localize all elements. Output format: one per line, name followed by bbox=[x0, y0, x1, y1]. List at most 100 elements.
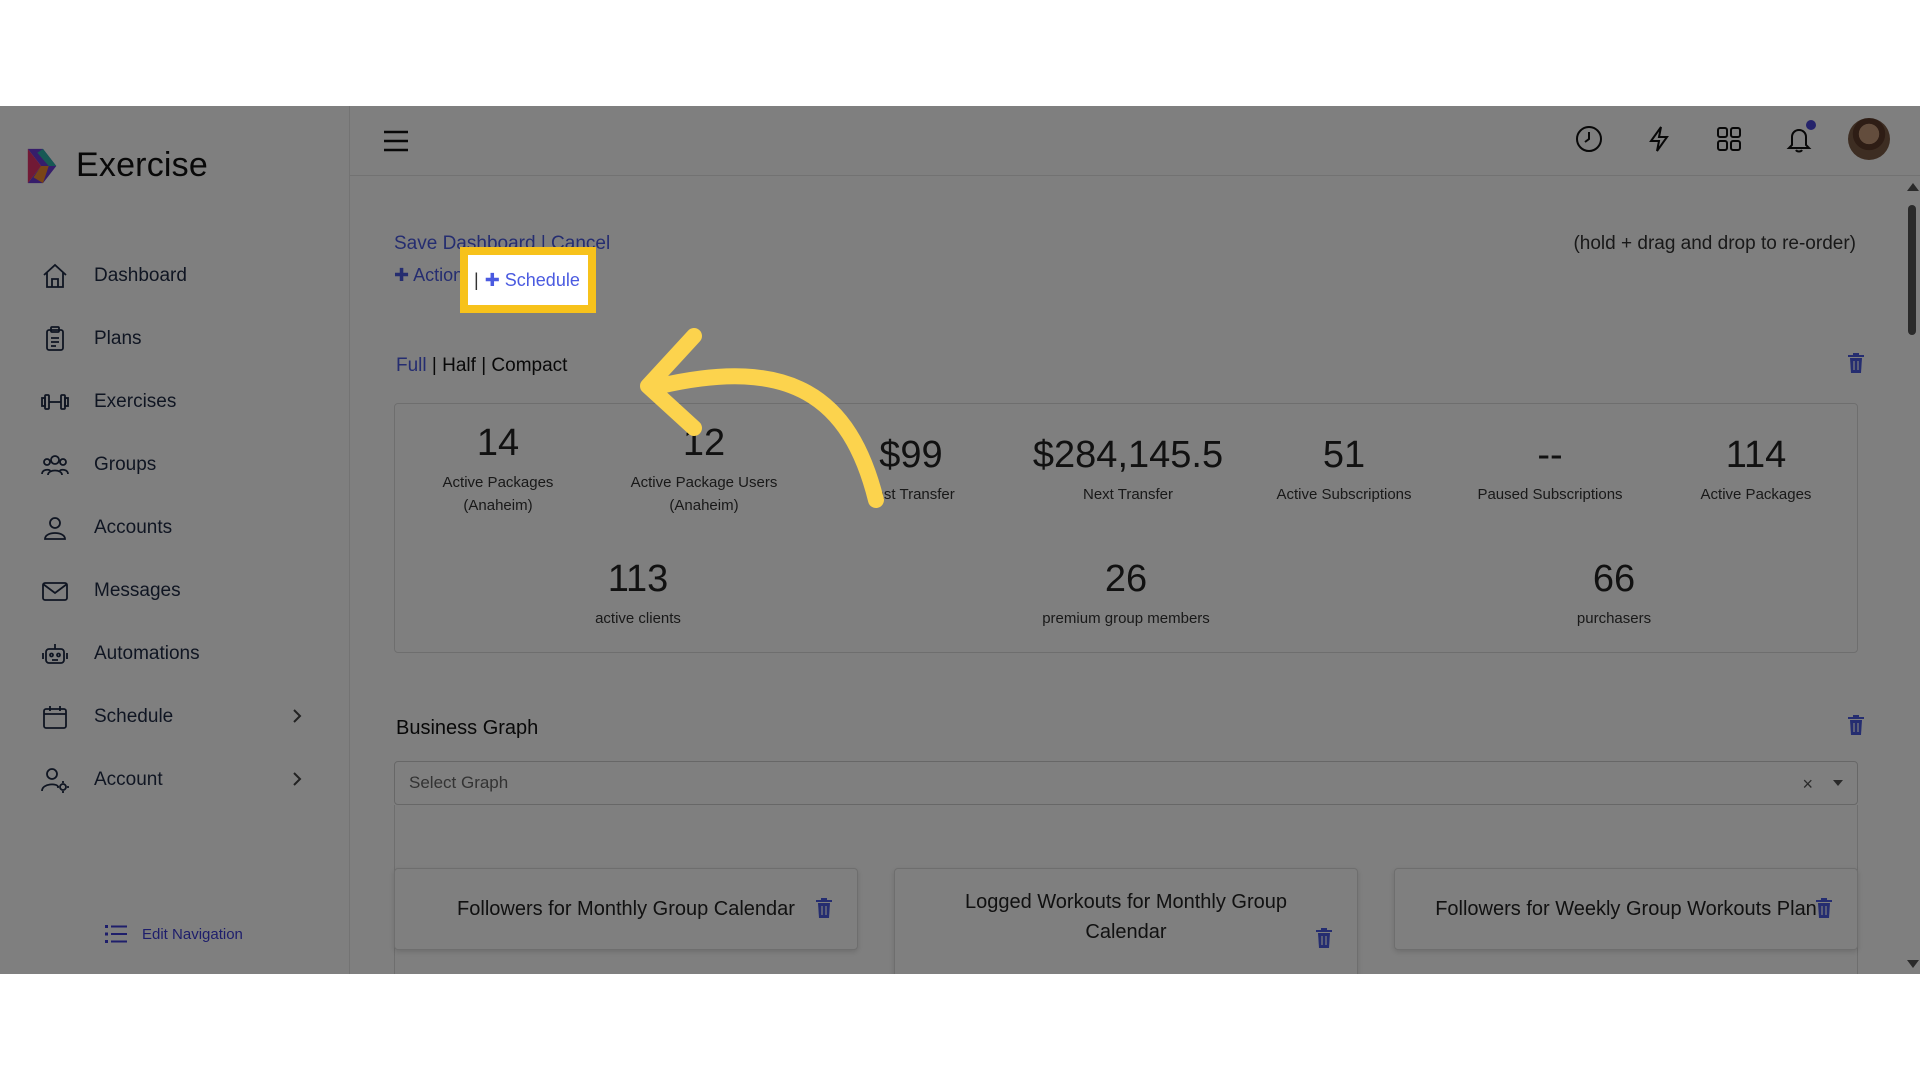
dashboard-content: Save Dashboard | Cancel (hold + drag and… bbox=[350, 177, 1920, 974]
sidebar-item-account[interactable]: Account bbox=[0, 748, 350, 811]
add-widget-row: ✚ Action bbox=[394, 265, 463, 286]
stats-widget[interactable]: 14 Active Packages (Anaheim) 12 Active P… bbox=[394, 403, 1858, 653]
stat-label: Last Transfer bbox=[867, 486, 955, 503]
dashboard-edit-actions: Save Dashboard | Cancel bbox=[394, 233, 610, 255]
delete-graph-card-button[interactable] bbox=[1315, 927, 1333, 948]
sidebar-item-label: Schedule bbox=[94, 705, 174, 727]
edit-navigation-label: Edit Navigation bbox=[142, 925, 243, 943]
view-half-button[interactable]: Half bbox=[442, 355, 476, 376]
view-separator: | bbox=[431, 355, 437, 376]
stat-label: Active Package Users (Anaheim) bbox=[630, 474, 778, 514]
graph-card-followers-weekly[interactable]: Followers for Weekly Group Workouts Plan bbox=[1394, 868, 1858, 950]
history-button[interactable] bbox=[1568, 118, 1610, 160]
scroll-up-arrow-icon[interactable] bbox=[1907, 183, 1919, 191]
cancel-button[interactable]: Cancel bbox=[551, 233, 610, 254]
sidebar-item-dashboard[interactable]: Dashboard bbox=[0, 244, 350, 307]
scroll-down-arrow-icon[interactable] bbox=[1907, 960, 1919, 968]
edit-navigation-link[interactable]: Edit Navigation bbox=[104, 922, 243, 946]
sidebar-item-accounts[interactable]: Accounts bbox=[0, 496, 350, 559]
stat-next-transfer: $284,145.5 Next Transfer bbox=[1033, 434, 1223, 506]
users-icon bbox=[41, 454, 69, 475]
stat-value: 51 bbox=[1322, 434, 1366, 476]
stat-label: Paused Subscriptions bbox=[1477, 486, 1623, 503]
stat-value: 12 bbox=[682, 422, 726, 464]
select-graph-dropdown[interactable]: Select Graph × bbox=[394, 761, 1858, 805]
dumbbell-icon bbox=[41, 393, 69, 410]
clock-icon bbox=[1576, 126, 1602, 152]
app-window: Exercise Dashboard Plans Exercises Group… bbox=[0, 106, 1920, 974]
quick-actions-button[interactable] bbox=[1638, 118, 1680, 160]
view-compact-button[interactable]: Compact bbox=[491, 355, 567, 376]
apps-button[interactable] bbox=[1708, 118, 1750, 160]
trash-icon bbox=[1848, 353, 1864, 373]
home-icon bbox=[43, 263, 67, 288]
logo-icon bbox=[27, 148, 57, 183]
user-icon bbox=[44, 516, 66, 540]
trash-icon bbox=[816, 898, 832, 918]
stat-value: 14 bbox=[476, 422, 520, 464]
stat-last-transfer: $99 Last Transfer bbox=[867, 434, 955, 506]
delete-stats-widget-button[interactable] bbox=[1847, 353, 1865, 373]
lightning-icon bbox=[1649, 126, 1669, 152]
scroll-thumb[interactable] bbox=[1908, 205, 1916, 335]
stat-value: 26 bbox=[1104, 558, 1148, 600]
actions-separator: | bbox=[540, 233, 546, 254]
graph-card-logged-workouts-monthly[interactable]: Logged Workouts for Monthly Group Calend… bbox=[894, 868, 1358, 974]
user-avatar[interactable] bbox=[1848, 118, 1890, 160]
view-mode-toggle: Full | Half | Compact bbox=[396, 355, 567, 377]
dropdown-caret-icon[interactable] bbox=[1833, 780, 1843, 786]
clear-selection-button[interactable]: × bbox=[1802, 774, 1813, 795]
stat-active-clients: 113 active clients bbox=[595, 558, 681, 630]
stat-value: 66 bbox=[1592, 558, 1636, 600]
sidebar-item-groups[interactable]: Groups bbox=[0, 433, 350, 496]
sidebar-item-messages[interactable]: Messages bbox=[0, 559, 350, 622]
sidebar-item-label: Plans bbox=[94, 327, 142, 349]
list-icon bbox=[105, 925, 127, 943]
chevron-right-icon bbox=[293, 772, 302, 786]
sidebar-item-label: Accounts bbox=[94, 516, 173, 538]
stat-value: 113 bbox=[607, 558, 669, 600]
graph-card-title: Followers for Weekly Group Workouts Plan bbox=[1435, 898, 1817, 920]
grid-icon bbox=[1717, 127, 1741, 151]
clipboard-icon bbox=[46, 325, 64, 351]
user-gear-icon bbox=[41, 767, 69, 793]
graph-card-followers-monthly[interactable]: Followers for Monthly Group Calendar bbox=[394, 868, 858, 950]
top-bar-actions bbox=[1568, 118, 1890, 160]
add-action-button[interactable]: ✚ Action bbox=[394, 265, 463, 286]
sidebar: Exercise Dashboard Plans Exercises Group… bbox=[0, 106, 350, 974]
graph-card-title: Logged Workouts for Monthly Group Calend… bbox=[964, 891, 1288, 943]
calendar-icon bbox=[43, 705, 67, 729]
stat-label: Active Packages (Anaheim) bbox=[442, 474, 554, 514]
robot-icon bbox=[42, 643, 68, 664]
sidebar-item-exercises[interactable]: Exercises bbox=[0, 370, 350, 433]
top-bar bbox=[350, 106, 1920, 176]
sidebar-item-label: Exercises bbox=[94, 390, 177, 412]
delete-business-graph-button[interactable] bbox=[1847, 715, 1865, 735]
sidebar-item-plans[interactable]: Plans bbox=[0, 307, 350, 370]
add-action-label: Action bbox=[413, 265, 464, 285]
delete-graph-card-button[interactable] bbox=[815, 897, 833, 918]
trash-icon bbox=[1316, 928, 1332, 948]
app-logo[interactable]: Exercise bbox=[24, 146, 208, 185]
stat-label: Next Transfer bbox=[1082, 486, 1174, 503]
sidebar-nav: Dashboard Plans Exercises Groups Account… bbox=[0, 244, 350, 811]
business-graph-title: Business Graph bbox=[396, 717, 539, 739]
reorder-hint: (hold + drag and drop to re-order) bbox=[1573, 233, 1856, 254]
stat-purchasers: 66 purchasers bbox=[1577, 558, 1651, 630]
stat-label: purchasers bbox=[1576, 610, 1652, 627]
sidebar-item-schedule[interactable]: Schedule bbox=[0, 685, 350, 748]
sidebar-item-label: Messages bbox=[94, 579, 181, 601]
delete-graph-card-button[interactable] bbox=[1815, 897, 1833, 918]
notifications-button[interactable] bbox=[1778, 118, 1820, 160]
view-full-button[interactable]: Full bbox=[396, 355, 427, 376]
page-scrollbar[interactable] bbox=[1904, 177, 1920, 974]
trash-icon bbox=[1848, 715, 1864, 735]
stat-premium-group-members: 26 premium group members bbox=[1026, 558, 1226, 630]
hamburger-menu-icon[interactable] bbox=[382, 128, 410, 154]
chevron-right-icon bbox=[293, 709, 302, 723]
sidebar-item-automations[interactable]: Automations bbox=[0, 622, 350, 685]
save-dashboard-button[interactable]: Save Dashboard bbox=[394, 233, 536, 254]
stat-active-packages: 114 Active Packages bbox=[1681, 434, 1831, 506]
stat-value: $284,145.5 bbox=[1032, 434, 1224, 476]
sidebar-item-label: Account bbox=[94, 768, 163, 790]
